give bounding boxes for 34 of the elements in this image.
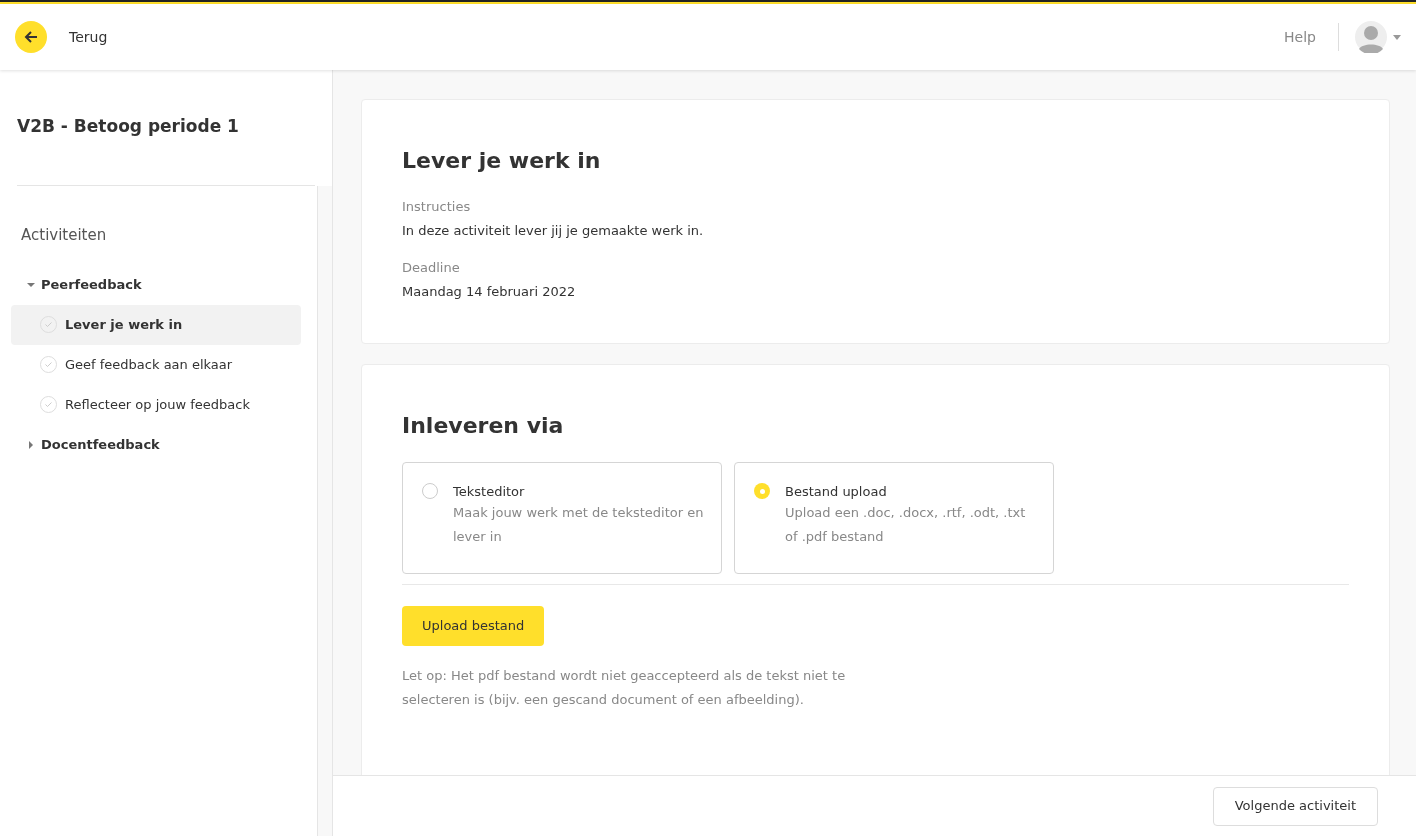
group-item[interactable]: Peerfeedback [41, 274, 142, 295]
upload-button[interactable]: Upload bestand [402, 606, 545, 646]
option-title: Bestand upload [785, 483, 888, 501]
option-card[interactable]: Bestand upload Upload een .doc, .docx, .rtf, .odt, .txt of .pdf bestand [734, 462, 1054, 574]
field-value: Maandag 14 februari 2022 [402, 282, 577, 301]
section-heading: Activiteiten [21, 225, 108, 246]
activity-item[interactable]: Lever je werk in [11, 304, 301, 345]
field-label: Deadline [402, 259, 461, 277]
next-activity-button[interactable]: Volgende activiteit [1212, 786, 1378, 826]
check-circle-icon [40, 316, 57, 333]
field-value: In deze activiteit lever jij je gemaakte werk in. [402, 221, 705, 240]
caret-down-icon[interactable] [27, 280, 35, 289]
card-title: Lever je werk in [402, 147, 602, 175]
option-card[interactable]: Teksteditor Maak jouw werk met de teksteditor en lever in [402, 462, 722, 574]
check-circle-icon [40, 396, 57, 413]
course-title: V2B - Betoog periode 1 [17, 115, 239, 138]
field-label: Instructies [402, 198, 472, 216]
radio-button[interactable] [754, 483, 770, 499]
activity-item[interactable]: Geef feedback aan elkaar [11, 344, 301, 385]
avatar-icon[interactable] [1355, 21, 1387, 53]
activity-item[interactable]: Reflecteer op jouw feedback [11, 384, 301, 425]
caret-icon[interactable] [1393, 34, 1401, 40]
back-label[interactable]: Terug [69, 26, 108, 48]
option-description: Upload een .doc, .docx, .rtf, .odt, .txt of .pdf bestand [785, 504, 1027, 546]
option-description: Maak jouw werk met de teksteditor en lever in [453, 504, 705, 546]
upload-note: Let op: Het pdf bestand wordt niet geaccepteerd als de tekst niet te selecteren is (bijv. een gescand document of een afbeelding). [402, 667, 847, 709]
card-title: Inleveren via [402, 412, 565, 440]
back-arrow-icon [24, 30, 38, 44]
option-title: Teksteditor [453, 483, 526, 501]
help-link[interactable]: Help [1284, 26, 1316, 48]
check-circle-icon [40, 356, 57, 373]
back-button[interactable] [15, 21, 47, 53]
caret-right-icon[interactable] [27, 440, 35, 449]
group-item[interactable]: Docentfeedback [41, 434, 160, 455]
